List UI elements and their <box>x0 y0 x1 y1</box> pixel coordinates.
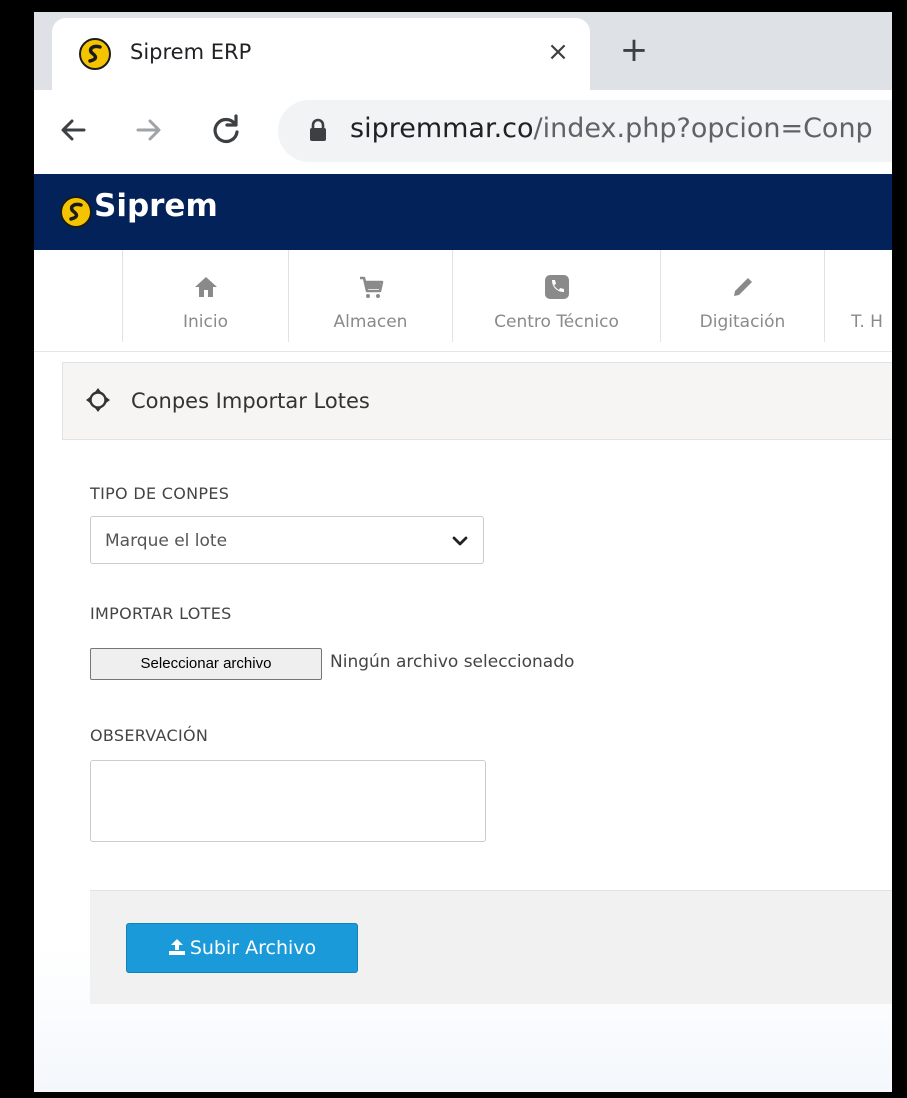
url-text: sipremmar.co/index.php?opcion=Conp <box>350 113 873 144</box>
upload-file-button[interactable]: Subir Archivo <box>126 923 358 973</box>
tab-strip: Siprem ERP × + <box>34 12 892 90</box>
forward-icon[interactable] <box>128 110 168 150</box>
home-icon <box>194 277 217 297</box>
nav-item-inicio[interactable]: Inicio <box>122 250 288 342</box>
chevron-down-icon <box>452 536 468 546</box>
browser-window: Siprem ERP × + sipremmar.co/index.php?op… <box>34 12 892 1092</box>
siprem-logo-icon <box>79 38 111 70</box>
new-tab-icon[interactable]: + <box>614 32 654 72</box>
crosshair-icon <box>86 388 110 412</box>
brand-name[interactable]: Siprem <box>94 188 218 224</box>
url-host: sipremmar.co <box>350 113 534 144</box>
nav-item-th[interactable]: T. H <box>824 250 892 342</box>
observacion-label: OBSERVACIÓN <box>90 726 209 745</box>
nav-item-label: Centro Técnico <box>494 312 619 332</box>
close-tab-icon[interactable]: × <box>540 34 576 70</box>
tipo-conpes-select[interactable]: Marque el lote <box>90 516 484 564</box>
nav-item-label: Almacen <box>333 312 408 332</box>
back-icon[interactable] <box>54 110 94 150</box>
form-footer: Subir Archivo <box>90 890 892 1004</box>
tipo-conpes-label: TIPO DE CONPES <box>90 484 230 503</box>
file-status: Ningún archivo seleccionado <box>330 652 575 672</box>
pencil-icon <box>733 278 752 296</box>
select-value: Marque el lote <box>105 531 228 551</box>
select-file-button[interactable]: Seleccionar archivo <box>90 648 322 680</box>
address-bar[interactable]: sipremmar.co/index.php?opcion=Conp <box>278 100 892 162</box>
nav-item-label: Digitación <box>699 312 786 332</box>
nav-item-digitacion[interactable]: Digitación <box>660 250 824 342</box>
app-header: Siprem <box>34 174 892 250</box>
nav-item-almacen[interactable]: Almacen <box>288 250 452 342</box>
nav-item-label: T. H <box>851 312 883 332</box>
upload-button-label: Subir Archivo <box>189 937 317 959</box>
browser-toolbar: sipremmar.co/index.php?opcion=Conp <box>34 90 892 174</box>
nav-item-label: Inicio <box>183 312 228 332</box>
upload-icon <box>168 939 185 955</box>
lock-icon <box>310 118 326 141</box>
url-path: /index.php?opcion=Conp <box>533 113 873 144</box>
siprem-logo-icon[interactable] <box>60 196 92 228</box>
section-header: Conpes Importar Lotes <box>62 362 892 440</box>
reload-icon[interactable] <box>206 110 246 150</box>
browser-tab[interactable]: Siprem ERP × <box>52 18 590 90</box>
phone-icon <box>544 275 569 299</box>
cart-icon <box>359 276 383 298</box>
observacion-textarea[interactable] <box>90 760 486 842</box>
importar-lotes-label: IMPORTAR LOTES <box>90 604 232 623</box>
tab-title: Siprem ERP <box>130 40 252 64</box>
nav-item-centro-tecnico[interactable]: Centro Técnico <box>452 250 660 342</box>
section-title: Conpes Importar Lotes <box>131 389 370 413</box>
module-nav: Inicio Almacen Centro Técnico Digitación <box>34 250 892 352</box>
